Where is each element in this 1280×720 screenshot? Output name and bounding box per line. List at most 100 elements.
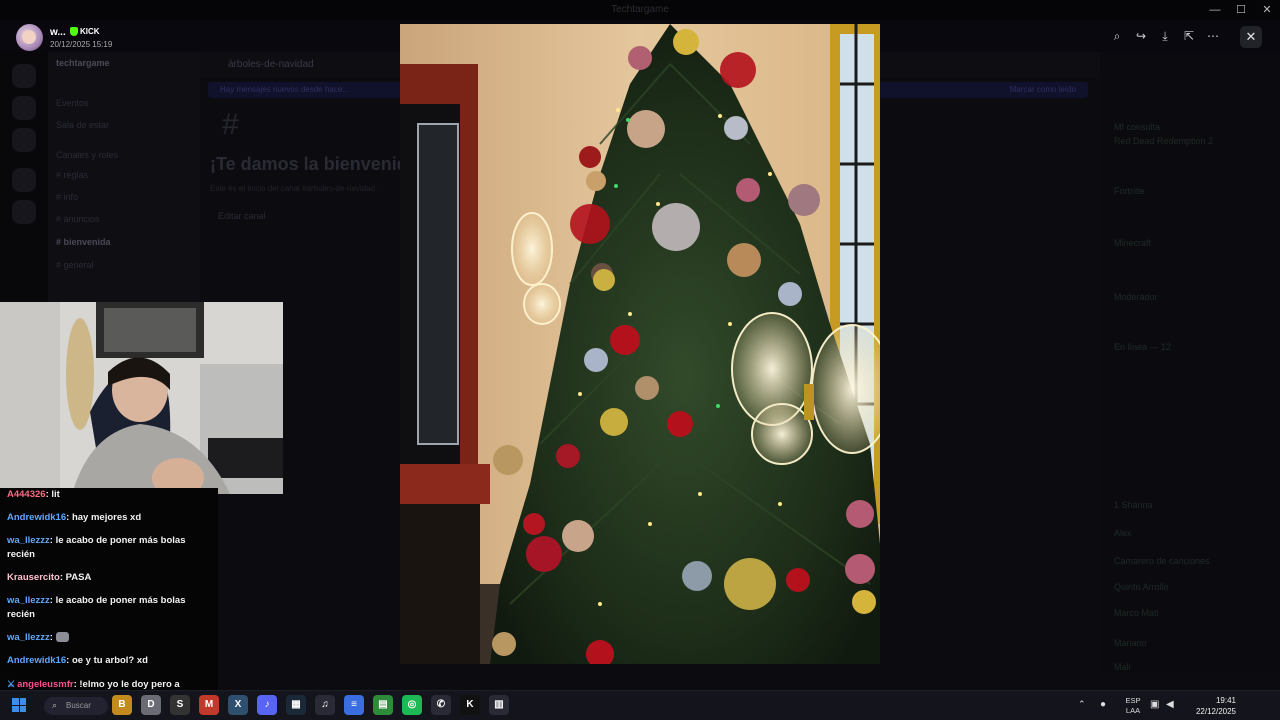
chat-text: oe y tu arbol? xd — [71, 655, 148, 666]
chat-username[interactable]: Andrewidk16 — [7, 512, 66, 523]
banner-text: Hay mensajes nuevos desde hace... — [220, 85, 349, 94]
minimize-button[interactable]: — — [1202, 0, 1228, 20]
channel-item[interactable]: # anuncios — [56, 214, 100, 226]
download-icon[interactable]: ⤓ — [1156, 26, 1174, 46]
close-viewer-button[interactable]: ✕ — [1240, 26, 1262, 48]
clock-time: 19:41 — [1215, 696, 1236, 705]
member-item[interactable]: 1 Shanna — [1114, 500, 1153, 510]
chat-username[interactable]: angeleusmfr — [17, 679, 74, 690]
member-item[interactable]: Mali — [1114, 662, 1131, 672]
member-item[interactable]: Mariano — [1114, 638, 1147, 648]
channel-item[interactable]: # reglas — [56, 170, 88, 182]
server-name[interactable]: techtargame — [56, 58, 110, 70]
server-icon[interactable] — [12, 96, 36, 120]
viewer-toolbar: ⌕ ↪ ⤓ ⇱ ⋯ — [1108, 26, 1222, 46]
window-close-button[interactable]: ✕ — [1254, 0, 1280, 20]
clock[interactable]: 19:41 22/12/2025 — [1188, 695, 1236, 717]
server-icon[interactable] — [12, 128, 36, 152]
chat-username[interactable]: wa_llezzz — [7, 535, 50, 546]
member-item[interactable]: Minecraft — [1114, 238, 1151, 248]
forward-icon[interactable]: ↪ — [1132, 26, 1150, 46]
member-item[interactable]: Red Dead Redemption 2 — [1114, 136, 1213, 146]
taskbar-app-store[interactable]: ≡ — [344, 695, 364, 715]
edit-channel-button[interactable]: Editar canal — [218, 211, 266, 221]
server-icon[interactable] — [12, 64, 36, 88]
window-title: Techtargame — [611, 4, 669, 15]
shield-icon — [70, 27, 78, 36]
member-item[interactable]: Marco Mati — [1114, 608, 1159, 618]
more-options-icon[interactable]: ⋯ — [1204, 26, 1222, 46]
keyboard-layout: LAA — [1125, 706, 1141, 715]
taskbar-app-tiktok[interactable]: K — [460, 695, 480, 715]
kick-badge-label: KICK — [80, 27, 100, 36]
microphone-icon[interactable]: ● — [1100, 699, 1106, 710]
window-titlebar: Techtargame — ☐ ✕ — [0, 0, 1280, 20]
member-item[interactable]: Camarero de canciones — [1114, 556, 1210, 566]
taskbar-app-capcut[interactable]: ▥ — [489, 695, 509, 715]
taskbar-app-explorer[interactable]: X — [228, 695, 248, 715]
member-item[interactable]: Fortnite — [1114, 186, 1145, 196]
taskbar-app-settings[interactable]: S — [170, 695, 190, 715]
maximize-button[interactable]: ☐ — [1228, 0, 1254, 20]
taskbar-app-discord[interactable]: ♪ — [257, 695, 277, 715]
member-item: En línea — 12 — [1114, 342, 1172, 352]
chat-message: Andrewidk16: hay mejores xd — [7, 512, 142, 523]
chat-message: Krausercito: PASA — [7, 572, 92, 583]
welcome-heading: ¡Te damos la bienvenida a #árboles-de-na… — [210, 154, 400, 174]
chat-username[interactable]: Andrewidk16 — [7, 655, 66, 666]
member-item[interactable]: MI consulta — [1114, 122, 1160, 132]
welcome-subtitle: Este es el inicio del canal #árboles-de-… — [210, 184, 378, 193]
chat-message: wa_llezzz: le acabo de poner más bolas r… — [7, 535, 186, 560]
chat-message: wa_llezzz: — [7, 631, 212, 645]
avatar[interactable] — [16, 24, 43, 51]
taskbar: ⌕ Buscar B D S M X ♪ ▦ ♫ ≡ ▤ ◎ ✆ K ▥ ⌃ E… — [0, 690, 1280, 720]
taskbar-app-brave[interactable]: M — [199, 695, 219, 715]
channel-item[interactable]: Canales y roles — [56, 150, 118, 162]
taskbar-app-calculator[interactable]: D — [141, 695, 161, 715]
search-placeholder: Buscar — [66, 701, 91, 710]
language-indicator[interactable]: ESP LAA — [1122, 696, 1144, 716]
taskbar-app-obs[interactable]: ✆ — [431, 695, 451, 715]
webcam-overlay — [0, 302, 283, 494]
mark-read-button[interactable]: Marcar como leído — [1010, 85, 1076, 94]
channel-item[interactable]: # bienvenida — [56, 237, 111, 249]
christmas-tree-photo — [400, 24, 880, 664]
chat-username[interactable]: Krausercito — [7, 572, 60, 583]
author-name[interactable]: w... — [50, 27, 66, 38]
search-icon: ⌕ — [52, 700, 58, 710]
taskbar-app-spotify[interactable]: ◎ — [402, 695, 422, 715]
cat-emote-icon — [55, 632, 69, 643]
open-external-icon[interactable]: ⇱ — [1180, 26, 1198, 46]
chat-username[interactable]: wa_llezzz — [7, 632, 50, 643]
channel-item[interactable]: Sala de estar — [56, 120, 109, 132]
webcam-feed — [0, 302, 283, 494]
taskbar-app-files[interactable]: B — [112, 695, 132, 715]
channel-item[interactable]: Eventos — [56, 98, 89, 110]
volume-icon[interactable]: ◀ — [1166, 699, 1174, 710]
channel-list: techtargame Eventos Sala de estar Canale… — [48, 52, 200, 302]
start-button[interactable] — [12, 698, 26, 712]
chat-username[interactable]: A444326 — [7, 489, 46, 500]
chat-username[interactable]: wa_llezzz — [7, 595, 50, 606]
taskbar-search[interactable]: ⌕ Buscar — [44, 697, 108, 715]
chat-message: Andrewidk16: oe y tu arbol? xd — [7, 655, 148, 666]
member-item[interactable]: Alex — [1114, 528, 1132, 538]
network-icon[interactable]: ▣ — [1150, 699, 1159, 710]
explore-icon[interactable] — [12, 200, 36, 224]
chat-text: lit — [51, 489, 60, 500]
taskbar-app-steam[interactable]: ▦ — [286, 695, 306, 715]
add-server-icon[interactable] — [12, 168, 36, 192]
chat-message: A444326: lit — [7, 489, 60, 500]
chat-text: hay mejores xd — [71, 512, 142, 523]
member-item[interactable]: Moderador — [1114, 292, 1158, 302]
channel-item[interactable]: # info — [56, 192, 78, 204]
taskbar-app-minecraft[interactable]: ▤ — [373, 695, 393, 715]
zoom-icon[interactable]: ⌕ — [1108, 26, 1126, 46]
chevron-up-icon[interactable]: ⌃ — [1078, 699, 1086, 710]
taskbar-app-tool[interactable]: ♫ — [315, 695, 335, 715]
channel-item[interactable]: # general — [56, 260, 94, 272]
stream-chat: A444326: lit Andrewidk16: hay mejores xd… — [0, 488, 218, 698]
member-item[interactable]: Quinto Arrollo — [1114, 582, 1169, 592]
chat-text: PASA — [65, 572, 92, 583]
kick-badge: KICK — [70, 27, 100, 36]
